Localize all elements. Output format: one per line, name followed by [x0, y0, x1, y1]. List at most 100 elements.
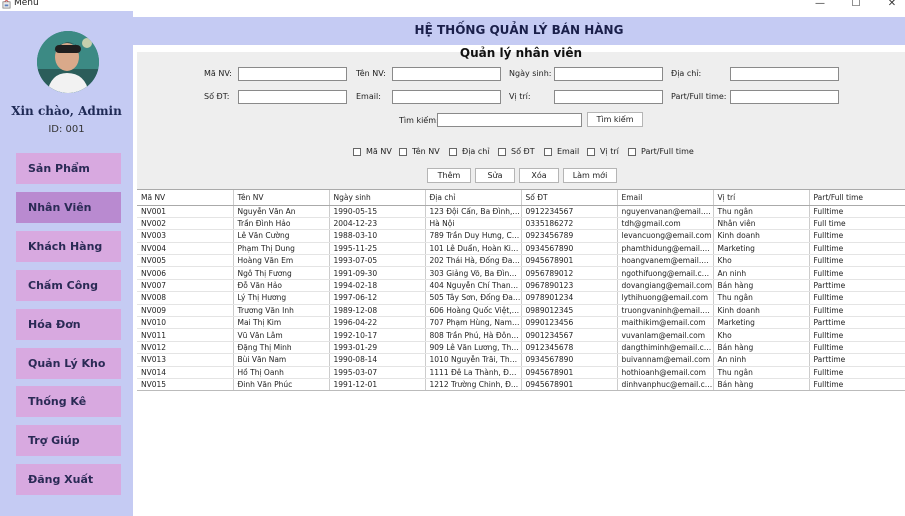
table-cell[interactable]: 1111 Đê La Thành, Đố... — [425, 366, 522, 379]
table-cell[interactable]: Bán hàng — [713, 341, 810, 355]
filter-dia-chi-checkbox[interactable]: Địa chỉ — [449, 147, 490, 156]
table-cell[interactable]: NV001 — [137, 205, 234, 218]
column-header[interactable]: Tên NV — [233, 190, 330, 206]
table-cell[interactable]: truongvaninh@email.com — [617, 304, 714, 318]
table-cell[interactable]: 0934567890 — [521, 242, 618, 256]
table-cell[interactable]: 202 Thái Hà, Đống Đa, ... — [425, 254, 522, 268]
table-cell[interactable]: Kinh doanh — [713, 304, 810, 318]
refresh-button[interactable]: Làm mới — [563, 168, 617, 183]
table-cell[interactable]: 1212 Trường Chinh, Đ... — [425, 378, 522, 392]
table-cell[interactable]: dinhvanphuc@email.com — [617, 378, 714, 392]
delete-button[interactable]: Xóa — [519, 168, 559, 183]
ten-nv-input[interactable] — [392, 67, 501, 81]
table-cell[interactable]: 1010 Nguyễn Trãi, Tha... — [425, 353, 522, 367]
table-cell[interactable]: Nguyễn Văn An — [233, 205, 330, 218]
checkbox-box[interactable] — [544, 147, 552, 156]
table-cell[interactable]: NV010 — [137, 316, 234, 330]
table-cell[interactable]: 0967890123 — [521, 279, 618, 293]
part-full-time-input[interactable] — [730, 90, 839, 104]
table-row[interactable]: NV008 Lý Thị Hương 1997-06-12 505 Tây Sơn, … — [137, 291, 905, 305]
checkbox-box[interactable] — [498, 147, 506, 156]
table-cell[interactable]: 123 Đội Cấn, Ba Đình, H... — [425, 205, 522, 218]
nav-quan-ly-kho-button[interactable]: Quản Lý Kho — [16, 348, 121, 379]
filter-ma-nv-checkbox[interactable]: Mã NV — [353, 147, 392, 156]
add-button[interactable]: Thêm — [427, 168, 471, 183]
ma-nv-input[interactable] — [238, 67, 347, 81]
table-cell[interactable]: Lê Văn Cường — [233, 229, 330, 243]
table-row[interactable]: NV003 Lê Văn Cường 1988-03-10 789 Trần Duy … — [137, 229, 905, 243]
table-cell[interactable]: 303 Giảng Võ, Ba Đình, ... — [425, 266, 522, 280]
table-cell[interactable]: 1995-03-07 — [329, 366, 426, 379]
table-cell[interactable]: 909 Lê Văn Lương, Tha... — [425, 341, 522, 355]
checkbox-box[interactable] — [587, 147, 595, 156]
table-cell[interactable]: Nhân viên — [713, 217, 810, 231]
table-row[interactable]: NV009 Trương Văn Inh 1989-12-08 606 Hoàng Q… — [137, 304, 905, 318]
table-cell[interactable]: NV015 — [137, 378, 234, 392]
table-cell[interactable]: 0945678901 — [521, 366, 618, 379]
table-cell[interactable]: Ngô Thị Fương — [233, 266, 330, 280]
column-header[interactable]: Part/Full time — [809, 190, 905, 206]
table-cell[interactable]: Marketing — [713, 316, 810, 330]
table-row[interactable]: NV011 Vũ Văn Lâm 1992-10-17 808 Trần Phú, H… — [137, 328, 905, 342]
table-cell[interactable]: 0912345678 — [521, 341, 618, 355]
table-cell[interactable]: Hoàng Văn Em — [233, 254, 330, 268]
table-cell[interactable]: 1993-01-29 — [329, 341, 426, 355]
checkbox-box[interactable] — [399, 147, 407, 156]
table-cell[interactable]: Fulltime — [809, 229, 905, 243]
table-cell[interactable]: Lý Thị Hương — [233, 291, 330, 305]
table-cell[interactable]: 0945678901 — [521, 378, 618, 392]
table-cell[interactable]: 1996-04-22 — [329, 316, 426, 330]
table-cell[interactable]: 1994-02-18 — [329, 279, 426, 293]
table-cell[interactable]: Fulltime — [809, 266, 905, 280]
table-row[interactable]: NV005 Hoàng Văn Em 1993-07-05 202 Thái Hà, … — [137, 254, 905, 268]
table-cell[interactable]: Thu ngân — [713, 366, 810, 379]
table-row[interactable]: NV001 Nguyễn Văn An 1990-05-15 123 Đội Cấn,… — [137, 205, 905, 218]
table-cell[interactable]: Fulltime — [809, 328, 905, 342]
table-cell[interactable]: Fulltime — [809, 254, 905, 268]
nav-khach-hang-button[interactable]: Khách Hàng — [16, 231, 121, 262]
table-row[interactable]: NV014 Hồ Thị Oanh 1995-03-07 1111 Đê La Thà… — [137, 366, 905, 379]
table-cell[interactable]: 0989012345 — [521, 304, 618, 318]
checkbox-box[interactable] — [449, 147, 457, 156]
table-cell[interactable]: Parttime — [809, 279, 905, 293]
table-cell[interactable]: 707 Phạm Hùng, Nam T... — [425, 316, 522, 330]
nav-dang-xuat-button[interactable]: Đăng Xuất — [16, 464, 121, 495]
table-cell[interactable]: Bán hàng — [713, 378, 810, 392]
table-cell[interactable]: Trần Đình Hảo — [233, 217, 330, 231]
table-cell[interactable]: NV007 — [137, 279, 234, 293]
column-header[interactable]: Ngày sinh — [329, 190, 426, 206]
nav-hoa-don-button[interactable]: Hóa Đơn — [16, 309, 121, 340]
table-cell[interactable]: 0912234567 — [521, 205, 618, 218]
close-button[interactable]: ✕ — [882, 0, 902, 11]
table-cell[interactable]: NV008 — [137, 291, 234, 305]
dia-chi-input[interactable] — [730, 67, 839, 81]
table-cell[interactable]: Marketing — [713, 242, 810, 256]
table-cell[interactable]: 1991-12-01 — [329, 378, 426, 392]
filter-part-full-time-checkbox[interactable]: Part/Full time — [628, 147, 694, 156]
column-header[interactable]: Mã NV — [137, 190, 234, 206]
table-cell[interactable]: 1992-10-17 — [329, 328, 426, 342]
email-input[interactable] — [392, 90, 501, 104]
table-cell[interactable]: 0923456789 — [521, 229, 618, 243]
column-header[interactable]: Số ĐT — [521, 190, 618, 206]
filter-ten-nv-checkbox[interactable]: Tên NV — [399, 147, 440, 156]
table-cell[interactable]: Fulltime — [809, 341, 905, 355]
table-cell[interactable]: 505 Tây Sơn, Đống Đa,... — [425, 291, 522, 305]
table-cell[interactable]: 1995-11-25 — [329, 242, 426, 256]
table-cell[interactable]: 1988-03-10 — [329, 229, 426, 243]
table-cell[interactable]: Phạm Thị Dung — [233, 242, 330, 256]
checkbox-box[interactable] — [628, 147, 636, 156]
table-cell[interactable]: Fulltime — [809, 291, 905, 305]
nav-nhan-vien-button[interactable]: Nhân Viên — [16, 192, 121, 223]
table-cell[interactable]: An ninh — [713, 353, 810, 367]
table-cell[interactable]: NV005 — [137, 254, 234, 268]
table-cell[interactable]: Full time — [809, 217, 905, 231]
table-cell[interactable]: Fulltime — [809, 304, 905, 318]
column-header[interactable]: Địa chỉ — [425, 190, 522, 206]
table-cell[interactable]: Parttime — [809, 316, 905, 330]
table-cell[interactable]: buivannam@email.com — [617, 353, 714, 367]
table-cell[interactable]: phamthidung@email.com — [617, 242, 714, 256]
table-cell[interactable]: Kho — [713, 254, 810, 268]
table-cell[interactable]: NV004 — [137, 242, 234, 256]
ngay-sinh-input[interactable] — [554, 67, 663, 81]
